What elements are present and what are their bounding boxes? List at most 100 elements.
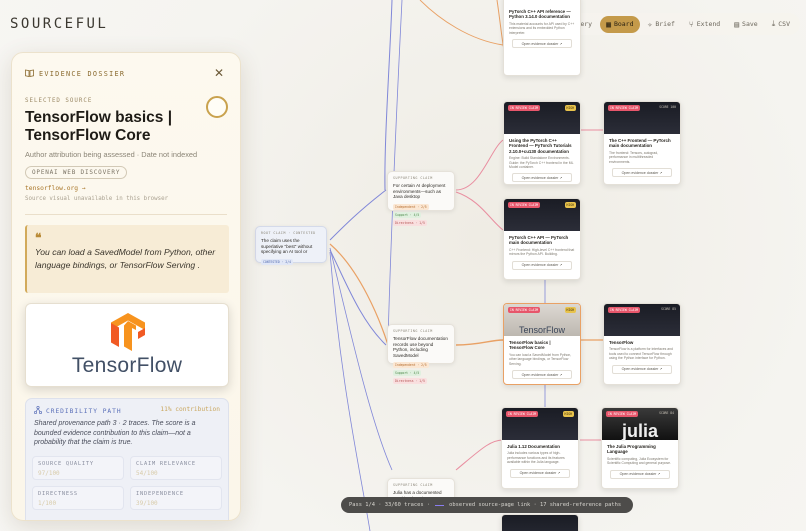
dossier-header: EVIDENCE DOSSIER: [25, 69, 125, 79]
source-card[interactable]: IN REVIEW CLAIM SCORE 84 julia The Julia…: [601, 407, 679, 489]
score-label: SCORE 84: [659, 411, 674, 415]
metric-label: SOURCE QUALITY: [38, 461, 94, 467]
open-dossier-button[interactable]: Open evidence dossier ↗: [610, 469, 670, 479]
edge-line: [455, 339, 504, 346]
board-label: Board: [613, 20, 634, 28]
tensorflow-logo-icon: [111, 313, 145, 351]
source-card[interactable]: IN REVIEW CLAIM HIGH PyTorch C++ API — P…: [503, 198, 581, 280]
source-card-selected[interactable]: IN REVIEW CLAIM HIGH TensorFlow TensorFl…: [503, 303, 581, 385]
evidence-quote: ❝ You can load a SavedModel from Python,…: [25, 225, 229, 293]
edge-line: [329, 247, 393, 471]
open-dossier-button[interactable]: Open evidence dossier ↗: [512, 370, 572, 380]
open-dossier-button[interactable]: Open evidence dossier ↗: [512, 260, 572, 270]
divider: [25, 214, 227, 215]
root-claim-status: CONTESTED · 2/4: [261, 258, 293, 265]
source-thumbnail: julia: [621, 421, 658, 441]
claim-tag: SUPPORTING CLAIM: [393, 483, 433, 487]
edge-line: [329, 251, 371, 531]
review-badge: IN REVIEW CLAIM: [508, 202, 540, 208]
metric-independence: INDEPENDENCE 39/100: [130, 486, 222, 510]
edge-line: [455, 139, 504, 191]
source-desc: The frontend: Tensors, autograd, perform…: [609, 150, 659, 164]
metric-value: 54/100: [136, 470, 158, 477]
source-desc: Engine: Build Standalone Environments. G…: [509, 156, 574, 170]
metric-label: INDEPENDENCE: [136, 491, 184, 497]
csv-label: CSV: [778, 20, 790, 28]
dossier-header-label: EVIDENCE DOSSIER: [39, 70, 126, 78]
root-claim-tag: ROOT CLAIM · CONTESTED: [261, 231, 316, 235]
status-bar: Pass 1/4 · 33/60 traces · observed sourc…: [341, 497, 633, 513]
claim-tag: SUPPORTING CLAIM: [393, 329, 433, 333]
edge-line: [329, 189, 387, 241]
edge-line: [329, 249, 387, 346]
source-desc: Scientific computing, Julia Ecosystem fo…: [607, 456, 671, 466]
review-badge: IN REVIEW CLAIM: [606, 411, 638, 417]
score-badge: HIGH: [564, 202, 576, 208]
metric-directness: DIRECTNESS 1/100: [32, 486, 124, 510]
claim-pill: Support · 4/5: [393, 211, 422, 218]
source-card[interactable]: IN REVIEW CLAIM HIGH Julia 1.12 Document…: [501, 407, 579, 489]
score-badge: HIGH: [562, 411, 574, 417]
contribution-value: 11% contribution: [160, 406, 220, 413]
board-button[interactable]: ▦ Board: [600, 15, 640, 33]
branch-icon: ⑂: [688, 19, 694, 29]
claim-pill: Support · 4/5: [393, 370, 422, 377]
source-desc: Julia includes various types of high-per…: [507, 451, 565, 465]
open-dossier-button[interactable]: Open evidence dossier ↗: [512, 39, 572, 49]
credibility-path-card: CREDIBILITY PATH 11% contribution Shared…: [25, 398, 229, 520]
claim-tag: SUPPORTING CLAIM: [393, 176, 433, 180]
open-dossier-button[interactable]: Open evidence dossier ↗: [510, 468, 570, 478]
metric-label: DIRECTNESS: [38, 491, 78, 497]
discovery-chip: OPENAI WEB DISCOVERY: [25, 166, 128, 179]
source-card[interactable]: IN REVIEW CLAIM HIGH Using the PyTorch C…: [503, 101, 581, 185]
source-card[interactable]: IN REVIEW CLAIM SCORE 85 TensorFlow Tens…: [603, 303, 681, 385]
close-icon[interactable]: ✕: [214, 66, 224, 80]
source-desc: You can load a SavedModel from Python, o…: [509, 352, 572, 366]
credibility-text: Shared provenance path 3 · 2 traces. The…: [34, 420, 196, 446]
network-icon: [33, 405, 43, 416]
source-card[interactable]: IN REVIEW CLAIM SCORE 100 The C++ Fronte…: [603, 101, 681, 185]
brief-button[interactable]: ✧ Brief: [642, 16, 681, 33]
save-button[interactable]: ▤ Save: [728, 16, 763, 33]
source-title: Using the PyTorch C++ Frontend — PyTorch…: [509, 138, 572, 154]
root-claim-text: The claim uses the superlative "best" wi…: [261, 238, 313, 255]
source-title: PyTorch C++ API — PyTorch main documenta…: [509, 235, 569, 246]
app-brand: SOURCEFUL: [10, 16, 109, 32]
tensorflow-wordmark: TensorFlow: [71, 354, 183, 377]
score-label: SCORE 100: [659, 105, 676, 109]
claim-pill: Directness · 1/5: [393, 378, 427, 385]
source-title: Julia 1.12 Documentation: [507, 444, 560, 449]
score-badge: HIGH: [564, 105, 576, 111]
review-badge: IN REVIEW CLAIM: [608, 307, 640, 313]
legend-line-icon: [435, 504, 445, 506]
source-card[interactable]: PyTorch C++ API reference — Python 3.14.…: [503, 0, 581, 76]
metric-value: 97/100: [38, 470, 60, 477]
source-desc: TensorFlow is a platform for interfaces …: [609, 347, 673, 361]
pass-progress: Pass 1/4 · 33/60 traces ·: [349, 502, 431, 508]
claim-node[interactable]: SUPPORTING CLAIM TensorFlow documentatio…: [387, 324, 455, 385]
claim-text: For certain AI deployment environments—s…: [393, 183, 446, 200]
source-card[interactable]: [501, 514, 579, 531]
score-label: SCORE 85: [661, 307, 676, 311]
edge-line: [419, 0, 504, 46]
review-badge: IN REVIEW CLAIM: [508, 105, 540, 111]
root-claim-node[interactable]: ROOT CLAIM · CONTESTED The claim uses th…: [255, 226, 327, 265]
edge-line: [455, 439, 504, 471]
source-title: The C++ Frontend — PyTorch main document…: [609, 138, 671, 149]
quote-icon: ❝: [35, 231, 42, 245]
source-link[interactable]: tensorflow.org →: [25, 185, 86, 192]
brief-label: Brief: [655, 20, 675, 28]
save-icon: ▤: [734, 19, 740, 29]
claim-node[interactable]: SUPPORTING CLAIM For certain AI deployme…: [387, 171, 455, 226]
metric-claim-relevance: CLAIM RELEVANCE 54/100: [130, 456, 222, 480]
claim-pill: Independent · 2/5: [393, 362, 429, 369]
open-dossier-button[interactable]: Open evidence dossier ↗: [612, 168, 672, 178]
source-title: TensorFlow basics | TensorFlow Core: [25, 109, 173, 144]
csv-button[interactable]: ⤓ CSV: [766, 15, 796, 33]
review-badge: IN REVIEW CLAIM: [508, 307, 540, 313]
legend-text: observed source-page link · 17 shared-re…: [449, 502, 622, 508]
review-badge: IN REVIEW CLAIM: [506, 411, 538, 417]
open-dossier-button[interactable]: Open evidence dossier ↗: [512, 173, 572, 183]
open-dossier-button[interactable]: Open evidence dossier ↗: [612, 364, 672, 374]
extend-button[interactable]: ⑂ Extend: [683, 16, 726, 33]
